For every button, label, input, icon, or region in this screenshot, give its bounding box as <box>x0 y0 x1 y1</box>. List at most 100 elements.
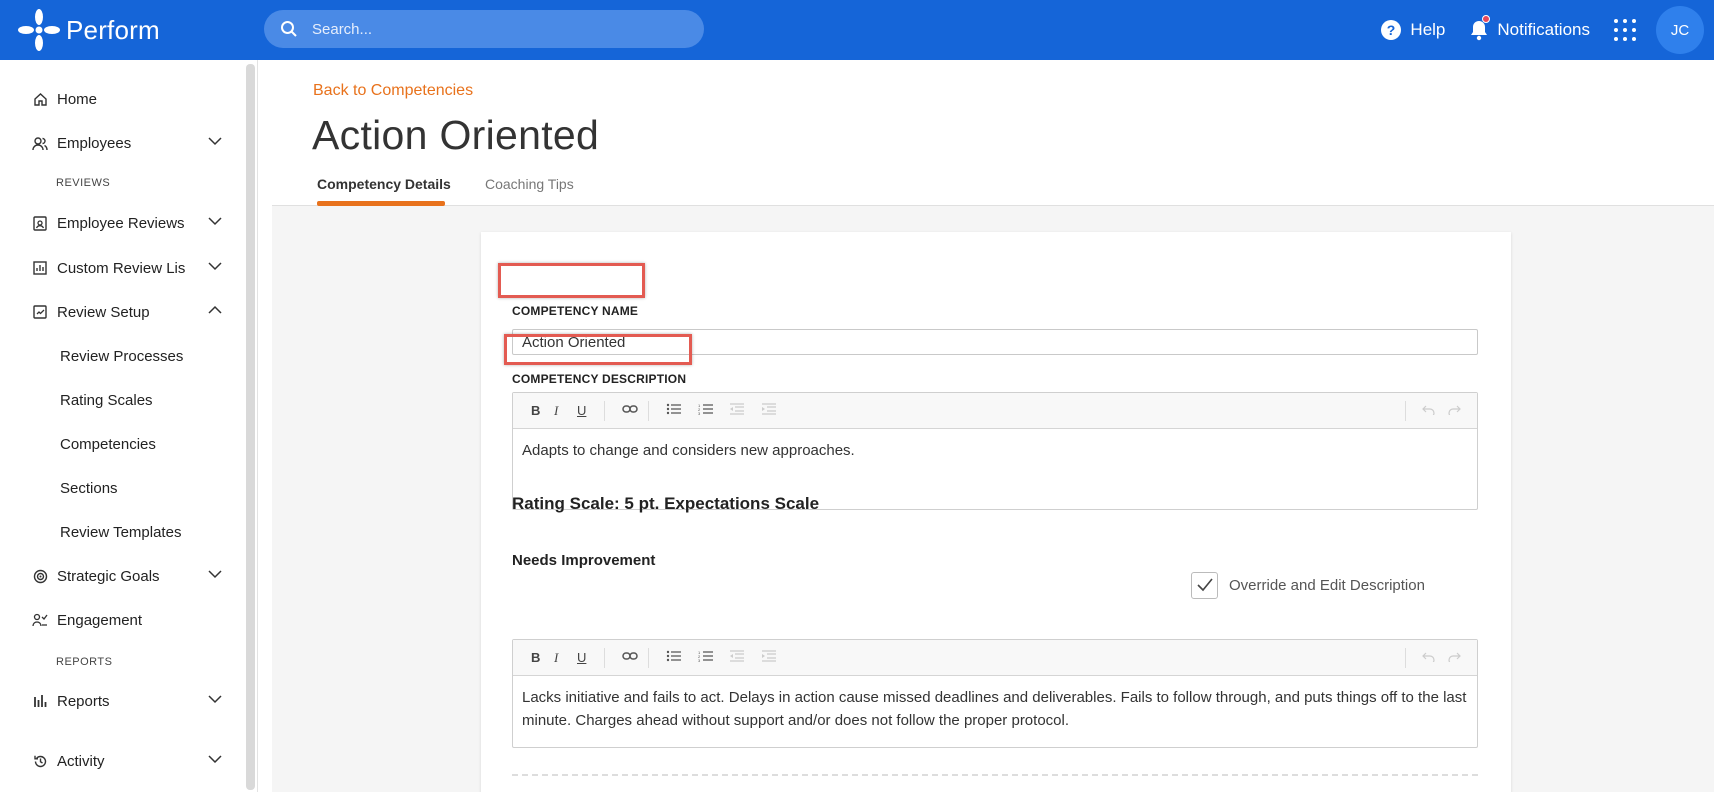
page-title: Action Oriented <box>312 112 600 158</box>
sidebar-item-label: Employees <box>57 134 132 152</box>
underline-icon[interactable]: U <box>577 650 586 665</box>
italic-icon[interactable]: I <box>554 650 558 666</box>
undo-icon[interactable] <box>1422 650 1436 665</box>
override-description-toggle[interactable]: Override and Edit Description <box>1191 570 1481 600</box>
review-icon <box>32 215 48 231</box>
logo[interactable]: Perform <box>16 6 160 54</box>
sidebar-item-activity[interactable]: Activity <box>32 746 222 776</box>
chart-icon <box>32 260 48 276</box>
link-icon[interactable] <box>622 650 638 665</box>
help-icon: ? <box>1381 20 1402 40</box>
outdent-icon[interactable] <box>730 650 744 665</box>
underline-icon[interactable]: U <box>577 403 586 418</box>
main-content: Back to Competencies Action Oriented Com… <box>272 60 1714 792</box>
apps-grid-icon[interactable] <box>1614 19 1636 41</box>
redo-icon[interactable] <box>1447 403 1461 418</box>
link-icon[interactable] <box>622 403 638 418</box>
tab-competency-details[interactable]: Competency Details <box>317 176 451 192</box>
italic-icon[interactable]: I <box>554 403 558 419</box>
sidebar-scrollbar[interactable] <box>246 64 255 790</box>
rating-level-name: Needs Improvement <box>512 552 656 569</box>
rating-scale-heading: Rating Scale: 5 pt. Expectations Scale <box>512 494 820 513</box>
sidebar-item-label: Review Setup <box>57 303 150 321</box>
level-description-editor[interactable]: B I U 123 Lacks initiative and fails to … <box>512 639 1478 748</box>
help-label: Help <box>1410 20 1446 39</box>
section-label-reports: REPORTS <box>56 656 113 668</box>
history-icon <box>32 753 48 769</box>
search-icon <box>281 21 297 37</box>
app-name: Perform <box>66 14 160 45</box>
bullet-list-icon[interactable] <box>666 403 682 418</box>
sidebar-item-home[interactable]: Home <box>32 84 222 114</box>
engagement-icon <box>32 612 48 628</box>
competency-form-card: COMPETENCY NAME COMPETENCY DESCRIPTION B… <box>481 232 1511 792</box>
sidebar-item-reports[interactable]: Reports <box>32 686 222 716</box>
target-icon <box>32 568 48 584</box>
sidebar-item-competencies[interactable]: Competencies <box>60 429 156 459</box>
sidebar: Home Employees REVIEWS Employee Reviews … <box>0 60 258 792</box>
chevron-down-icon <box>208 217 222 226</box>
outdent-icon[interactable] <box>730 403 744 418</box>
sidebar-item-employees[interactable]: Employees <box>32 128 222 158</box>
competency-description-label: COMPETENCY DESCRIPTION <box>512 372 687 386</box>
sidebar-item-sections[interactable]: Sections <box>60 473 118 503</box>
svg-text:3: 3 <box>698 658 701 662</box>
highlight-box-name-label <box>498 263 645 298</box>
help-button[interactable]: ? Help <box>1380 19 1445 41</box>
section-divider <box>512 774 1478 776</box>
sidebar-item-rating-scales[interactable]: Rating Scales <box>60 385 153 415</box>
people-icon <box>32 135 48 151</box>
sidebar-item-label: Activity <box>57 752 105 770</box>
svg-text:?: ? <box>1387 22 1396 38</box>
bullet-list-icon[interactable] <box>666 650 682 665</box>
perform-logo-icon <box>16 7 62 53</box>
sidebar-item-label: Home <box>57 90 98 108</box>
redo-icon[interactable] <box>1447 650 1461 665</box>
top-bar: Perform ? Help Notifications JC <box>0 0 1714 60</box>
bold-icon[interactable]: B <box>531 650 540 665</box>
clipboard-icon <box>32 304 48 320</box>
notifications-button[interactable]: Notifications <box>1469 15 1590 41</box>
sidebar-item-strategic-goals[interactable]: Strategic Goals <box>32 561 222 591</box>
editor-toolbar: B I U 123 <box>513 393 1477 429</box>
avatar[interactable]: JC <box>1656 6 1704 54</box>
sidebar-item-engagement[interactable]: Engagement <box>32 605 222 635</box>
back-to-competencies-link[interactable]: Back to Competencies <box>313 82 473 100</box>
sidebar-item-review-templates[interactable]: Review Templates <box>60 517 181 547</box>
numbered-list-icon[interactable]: 123 <box>698 403 714 418</box>
indent-icon[interactable] <box>762 650 776 665</box>
search-input[interactable] <box>312 20 672 38</box>
home-icon <box>32 91 48 107</box>
chevron-down-icon <box>208 570 222 579</box>
sidebar-item-custom-review-lists[interactable]: Custom Review Lis <box>32 253 222 283</box>
sidebar-item-label: Reports <box>57 692 110 710</box>
editor-toolbar: B I U 123 <box>513 640 1477 676</box>
override-checkbox[interactable] <box>1191 571 1218 599</box>
undo-icon[interactable] <box>1422 403 1436 418</box>
chevron-up-icon <box>208 305 222 314</box>
sidebar-item-label: Engagement <box>57 611 143 629</box>
bold-icon[interactable]: B <box>531 403 540 418</box>
highlight-box-description-label <box>504 334 692 365</box>
sidebar-item-employee-reviews[interactable]: Employee Reviews <box>32 208 222 238</box>
numbered-list-icon[interactable]: 123 <box>698 650 714 665</box>
description-editor-content[interactable]: Adapts to change and considers new appro… <box>513 429 1477 472</box>
indent-icon[interactable] <box>762 403 776 418</box>
search-box[interactable] <box>264 10 704 48</box>
section-label-reviews: REVIEWS <box>56 177 111 189</box>
chevron-down-icon <box>208 695 222 704</box>
chevron-down-icon <box>208 137 222 146</box>
chevron-down-icon <box>208 262 222 271</box>
bar-chart-icon <box>32 693 48 709</box>
notifications-label: Notifications <box>1497 20 1590 39</box>
override-label: Override and Edit Description <box>1229 576 1425 594</box>
check-icon <box>1196 578 1213 592</box>
competency-name-label: COMPETENCY NAME <box>512 304 639 318</box>
level-description-content[interactable]: Lacks initiative and fails to act. Delay… <box>513 676 1477 742</box>
sidebar-item-review-setup[interactable]: Review Setup <box>32 297 222 327</box>
tab-coaching-tips[interactable]: Coaching Tips <box>485 176 574 192</box>
sidebar-item-review-processes[interactable]: Review Processes <box>60 341 183 371</box>
chevron-down-icon <box>208 755 222 764</box>
page-header: Back to Competencies Action Oriented Com… <box>272 60 1714 206</box>
description-editor[interactable]: B I U 123 Adapts to change and considers… <box>512 392 1478 510</box>
